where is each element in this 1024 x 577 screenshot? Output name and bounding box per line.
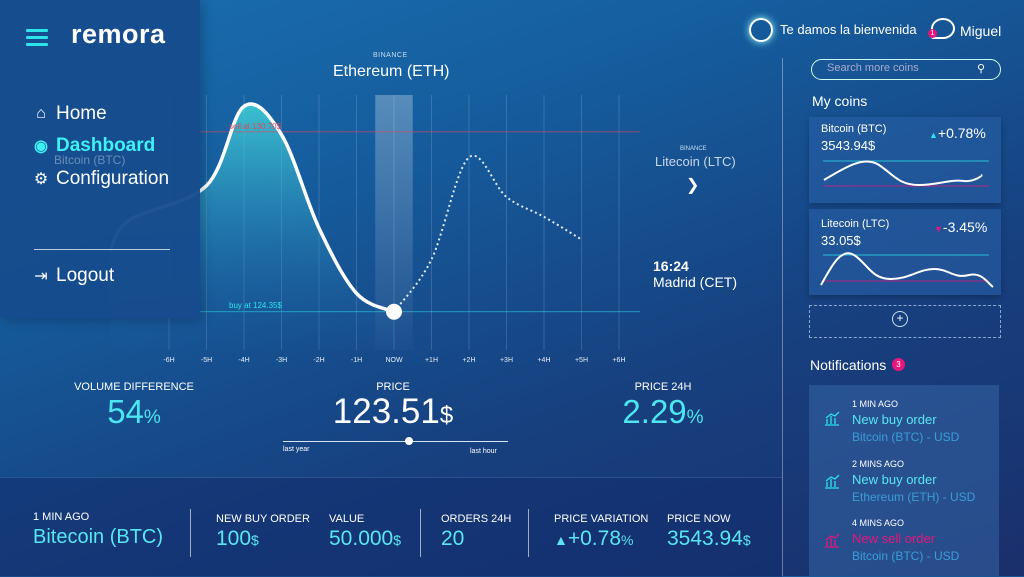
- coin-sparkline: [823, 160, 989, 187]
- brand-logo: remora: [71, 19, 166, 49]
- notification-sub: Bitcoin (BTC) - USD: [852, 549, 960, 563]
- user-badge: 1: [928, 29, 937, 38]
- x-tick-label: -3H: [276, 357, 287, 364]
- next-coin-title[interactable]: Litecoin (LTC): [655, 154, 736, 169]
- triangle-up-icon: ▲: [554, 532, 568, 548]
- menu-item-logout[interactable]: ⇥ Logout: [32, 265, 114, 287]
- search-icon[interactable]: ⚲: [977, 62, 985, 75]
- chart-icon: [824, 532, 840, 548]
- user-name[interactable]: Miguel: [960, 23, 1001, 39]
- variation-value: ▲+0.78%: [554, 527, 634, 550]
- current-point[interactable]: [386, 303, 402, 320]
- x-tick-label: +2H: [462, 357, 475, 364]
- divider: [420, 509, 421, 557]
- price-value: 123.51$: [332, 392, 454, 431]
- time-range-slider[interactable]: [283, 441, 508, 442]
- sell-label: sell at 130.70$: [229, 122, 282, 131]
- menu-icon[interactable]: [26, 29, 48, 46]
- new-buy-value: 100$: [216, 527, 259, 550]
- volume-label: VOLUME DIFFERENCE: [74, 381, 194, 393]
- bottom-coin: Bitecoin (BTC): [33, 526, 164, 548]
- price-now-label: PRICE NOW: [667, 513, 731, 525]
- logout-icon: ⇥: [34, 268, 48, 285]
- triangle-up-icon: ▲: [929, 130, 938, 140]
- notification-title[interactable]: New sell order: [852, 531, 935, 546]
- orders-value: 20: [441, 527, 465, 550]
- divider: [528, 509, 529, 557]
- menu-item-home[interactable]: ⌂ Home: [32, 103, 107, 125]
- coin-price: 3543.94$: [821, 138, 876, 153]
- new-buy-label: NEW BUY ORDER: [216, 513, 310, 525]
- chart-icon: [824, 410, 840, 426]
- value-label: VALUE: [329, 513, 365, 525]
- coin-sparkline: [820, 252, 994, 288]
- x-tick-label: -2H: [313, 357, 324, 364]
- coin-card-btc[interactable]: Bitcoin (BTC) 3543.94$ ▲+0.78%: [809, 117, 1001, 203]
- x-tick-label: -5H: [201, 357, 212, 364]
- prev-coin-ghost: Bitcoin (BTC): [54, 153, 126, 167]
- my-coins-title: My coins: [812, 93, 868, 109]
- menu-divider: [34, 249, 170, 250]
- slider-right-label: last hour: [470, 448, 497, 455]
- slider-left-label: last year: [283, 446, 310, 453]
- variation-label: PRICE VARIATION: [554, 513, 649, 525]
- home-icon: ⌂: [36, 105, 46, 122]
- x-tick-label: -4H: [238, 357, 249, 364]
- price24-value: 2.29%: [622, 393, 704, 430]
- column-divider: [782, 58, 783, 576]
- next-coin-source: BINANCE: [680, 146, 707, 152]
- menu-item-configuration[interactable]: ⚙ Configuration: [32, 168, 169, 190]
- menu-item-label: Configuration: [56, 168, 170, 189]
- price-now-value: 3543.94$: [667, 527, 751, 550]
- triangle-down-icon: ▼: [934, 224, 943, 234]
- plus-icon[interactable]: +: [892, 311, 908, 327]
- menu-item-label: Logout: [56, 265, 115, 286]
- eye-icon: ◉: [34, 138, 48, 155]
- menu-item-label: Home: [56, 103, 107, 124]
- coin-name: Bitcoin (BTC): [821, 123, 887, 135]
- volume-value: 54%: [107, 393, 161, 430]
- notification-sub: Bitcoin (BTC) - USD: [852, 430, 960, 444]
- x-tick-label: +3H: [500, 357, 513, 364]
- x-tick-label: -1H: [351, 357, 362, 364]
- x-tick-label: +1H: [425, 357, 438, 364]
- price24-label: PRICE 24H: [634, 381, 692, 393]
- coin-name: Litecoin (LTC): [821, 218, 890, 230]
- chat-icon[interactable]: [749, 18, 773, 42]
- welcome-text: Te damos la bienvenida: [780, 22, 917, 37]
- coin-change: ▼-3.45%: [934, 219, 988, 235]
- forecast-line: [393, 154, 583, 313]
- chart-title: Ethereum (ETH): [333, 63, 450, 80]
- gear-icon: ⚙: [33, 171, 49, 188]
- divider: [190, 509, 191, 557]
- notification-time: 4 MINS AGO: [852, 518, 905, 528]
- bottom-time: 1 MIN AGO: [33, 511, 90, 523]
- x-axis: -6H -5H -4H -3H -2H -1H NOW +1H +2H +3H +4H +5H +6H: [163, 357, 625, 364]
- notifications-count: 3: [892, 358, 905, 371]
- orders-label: ORDERS 24H: [441, 513, 512, 525]
- notification-title[interactable]: New buy order: [852, 412, 937, 427]
- notification-title[interactable]: New buy order: [852, 472, 937, 487]
- clock-time: 16:24: [653, 258, 689, 274]
- coin-price: 33.05$: [821, 233, 861, 248]
- chart-source: BINANCE: [373, 52, 408, 59]
- search-placeholder: Search more coins: [827, 62, 919, 74]
- x-tick-label: +5H: [575, 357, 588, 364]
- x-tick-label: -6H: [163, 357, 174, 364]
- x-tick-label: +6H: [612, 357, 625, 364]
- chevron-right-icon[interactable]: ❯: [686, 175, 699, 195]
- notification-time: 2 MINS AGO: [852, 459, 905, 469]
- chart-icon: [824, 473, 840, 489]
- value-value: 50.000$: [329, 527, 402, 550]
- coin-card-ltc[interactable]: Litecoin (LTC) 33.05$ ▼-3.45%: [809, 209, 1001, 295]
- notification-time: 1 MIN AGO: [852, 399, 899, 409]
- notifications-title: Notifications: [810, 357, 887, 373]
- slider-handle[interactable]: [405, 437, 413, 445]
- notification-sub: Ethereum (ETH) - USD: [852, 490, 976, 504]
- buy-label: buy at 124.35$: [229, 301, 282, 310]
- coin-change: ▲+0.78%: [929, 125, 986, 141]
- clock-city: Madrid (CET): [653, 274, 738, 290]
- x-tick-label: NOW: [385, 357, 403, 364]
- x-tick-label: +4H: [537, 357, 550, 364]
